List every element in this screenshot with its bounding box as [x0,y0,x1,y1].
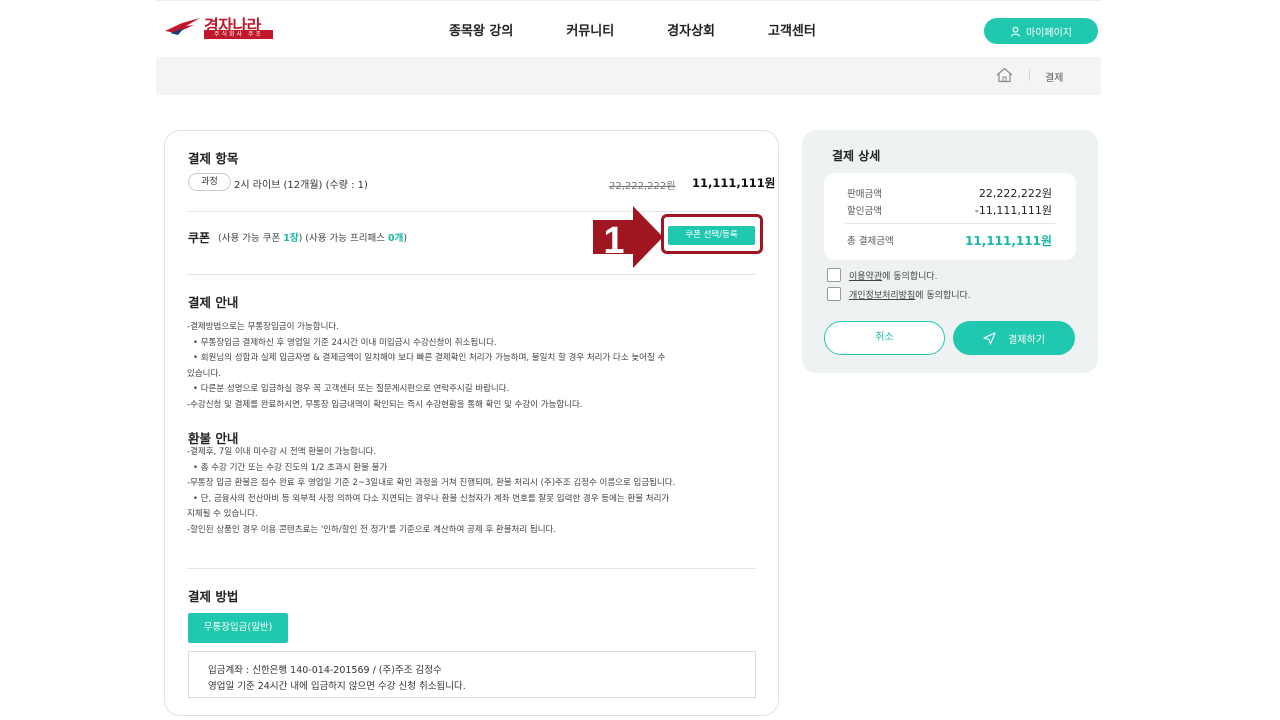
pay-label: 결제하기 [1008,334,1045,346]
breadcrumb-current: 결제 [1045,73,1064,84]
method-title: 결제 방법 [188,589,239,604]
coupon-title: 쿠폰 [188,231,211,245]
item-name: 2시 라이브 (12개월) (수량 : 1) [234,180,368,191]
sale-amount-label: 판매금액 [847,189,882,200]
agree-privacy-checkbox[interactable] [827,287,841,301]
agree-terms-text: 이용약관에 동의합니다. [849,269,938,282]
refund-line: -할인된 상품인 경우 이용 콘텐츠료는 '인하/할인 전 정가'를 기준으로 … [187,524,557,535]
nav-lecture[interactable]: 종목왕 강의 [449,20,513,39]
refund-line: 지체될 수 있습니다. [187,509,258,519]
coupon-count: 1장 [283,233,299,244]
discount-label: 할인금액 [847,206,882,217]
guide-line: • 다른분 성명으로 입금하실 경우 꼭 고객센터 또는 질문게시판으로 연락주… [193,384,510,394]
divider [187,211,756,212]
payment-main-card: 결제 항목 과정 2시 라이브 (12개월) (수량 : 1) 22,222,2… [164,130,779,716]
freepass-count: 0개 [388,233,404,244]
nav-community[interactable]: 커뮤니티 [566,20,614,39]
site-logo[interactable]: 경자나라 주식회사 주조 [164,13,276,43]
mypage-button[interactable]: 마이페이지 [984,18,1098,44]
pay-button[interactable]: 결제하기 [953,321,1075,355]
agree-terms-row: 이용약관에 동의합니다. [827,268,938,282]
step-number: 1 [603,220,624,262]
cancel-button[interactable]: 취소 [824,321,945,355]
guide-line: • 회원님의 성함과 실제 입금자명 & 결제금액이 일치해야 보다 빠른 결제… [193,353,666,363]
detail-summary-box: 판매금액 22,222,222원 할인금액 -11,111,111원 총 결제금… [824,173,1076,260]
agree-privacy-row: 개인정보처리방침에 동의합니다. [827,287,971,301]
breadcrumb: 결제 [156,57,1101,95]
refund-text: -결제후, 7일 이내 미수강 시 전액 환불이 가능합니다. • 총 수강 기… [187,445,675,538]
agree-privacy-rest: 에 동의합니다. [915,290,971,301]
guide-line: -수강신청 및 결제를 완료하시면, 무통장 입금내역이 확인되는 즉시 수강현… [187,399,583,410]
privacy-link[interactable]: 개인정보처리방침 [849,291,915,301]
total-label: 총 결제금액 [847,236,894,247]
refund-line: -무통장 입금 환불은 접수 완료 후 영업일 기준 2~3일내로 확인 과정을… [187,478,676,488]
home-icon[interactable] [995,67,1014,83]
terms-link[interactable]: 이용약관 [849,272,882,282]
coupon-info: (사용 가능 쿠폰 1장) (사용 가능 프리패스 0개) [218,230,407,244]
refund-line: -결제후, 7일 이내 미수강 시 전액 환불이 가능합니다. [187,447,377,457]
user-icon [1010,26,1021,37]
top-header: 경자나라 주식회사 주조 종목왕 강의 커뮤니티 경자상회 고객센터 마이페이지 [156,0,1101,57]
agree-terms-checkbox[interactable] [827,268,841,282]
account-info-box: 입금계좌 : 신한은행 140-014-201569 / (주)주조 김정수 영… [188,651,756,698]
bank-transfer-button[interactable]: 무통장입금(일반) [188,613,288,643]
divider [187,568,756,569]
logo-subtitle: 주식회사 주조 [204,30,273,39]
coupon-info-a: (사용 가능 쿠폰 [218,233,284,244]
divider [845,223,1055,224]
sale-price: 11,111,111원 [692,176,776,190]
deposit-notice: 영업일 기준 24시간 내에 입금하지 않으면 수강 신청 취소됩니다. [208,681,466,692]
guide-line: • 무통장입금 결제하신 후 영업일 기준 24시간 이내 미입금시 수강신청이… [193,337,497,348]
divider [187,274,756,275]
account-number: 입금계좌 : 신한은행 140-014-201569 / (주)주조 김정수 [208,665,442,676]
bird-logo-icon [165,18,200,35]
payment-page: 경자나라 주식회사 주조 종목왕 강의 커뮤니티 경자상회 고객센터 마이페이지… [0,0,1280,720]
original-price: 22,222,222원 [609,181,676,192]
nav-shop[interactable]: 경자상회 [667,20,715,39]
refund-line: • 단, 금융사의 전산마비 등 외부적 사정 의하여 다소 지연되는 경우나 … [193,493,670,504]
mypage-label: 마이페이지 [1026,27,1072,39]
items-title: 결제 항목 [188,151,239,166]
coupon-info-b: ) (사용 가능 프리패스 [298,233,388,244]
detail-title: 결제 상세 [832,149,881,163]
agree-privacy-text: 개인정보처리방침에 동의합니다. [849,288,971,301]
step-arrow-icon: 1 [593,206,663,268]
main-nav: 종목왕 강의 커뮤니티 경자상회 고객센터 [449,20,816,39]
refund-line: • 총 수강 기간 또는 수강 진도의 1/2 초과시 환불 불가 [193,462,388,473]
guide-line: 있습니다. [187,368,221,379]
discount-value: -11,111,111원 [974,204,1052,217]
send-icon [983,331,996,345]
guide-title: 결제 안내 [188,295,239,310]
sale-amount-value: 22,222,222원 [978,187,1052,200]
payment-detail-card: 결제 상세 판매금액 22,222,222원 할인금액 -11,111,111원… [802,130,1098,373]
total-value: 11,111,111원 [965,234,1052,248]
coupon-select-button[interactable]: 쿠폰 선택/등록 [668,226,755,245]
coupon-info-c: ) [403,233,408,244]
course-badge: 과정 [188,173,231,191]
guide-line: -결제방법으로는 무통장입금이 가능합니다. [187,322,339,332]
breadcrumb-divider [1029,70,1030,81]
nav-support[interactable]: 고객센터 [768,20,816,39]
guide-text: -결제방법으로는 무통장입금이 가능합니다. • 무통장입금 결제하신 후 영업… [187,320,665,413]
agree-terms-rest: 에 동의합니다. [882,271,938,282]
